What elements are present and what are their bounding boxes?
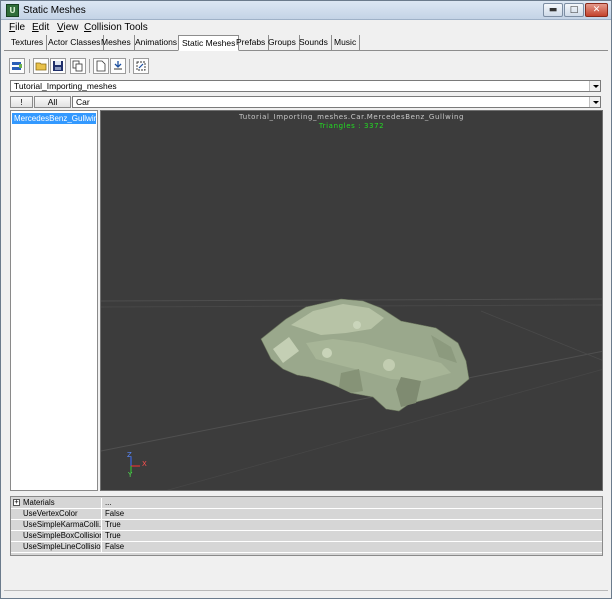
property-row[interactable]: UseSimpleBoxCollision True xyxy=(11,531,602,542)
property-row[interactable]: UseSimpleKarmaColli... True xyxy=(11,520,602,531)
property-key: UseSimpleLineCollision xyxy=(11,542,102,552)
open-package-button[interactable] xyxy=(33,58,49,74)
filter-toggle-button[interactable]: ! xyxy=(10,96,33,108)
property-value[interactable]: False xyxy=(105,509,124,519)
minimize-button[interactable]: ▬ xyxy=(543,3,563,17)
property-key: UseSimpleBoxCollision xyxy=(11,531,102,541)
copy-button[interactable] xyxy=(70,58,86,74)
fit-view-button[interactable] xyxy=(133,58,149,74)
properties-panel: + Materials ... UseVertexColor False Use… xyxy=(10,496,603,556)
tab-groups[interactable]: Groups xyxy=(265,35,300,50)
save-package-button[interactable] xyxy=(50,58,66,74)
tab-prefabs[interactable]: Prefabs xyxy=(233,35,270,50)
toolbar-separator xyxy=(129,59,130,73)
window-title: Static Meshes xyxy=(23,5,86,16)
property-row[interactable]: UseSimpleLineCollision False xyxy=(11,542,602,553)
axis-y-label: Y xyxy=(128,471,133,479)
menu-collision-tools[interactable]: Collision Tools xyxy=(84,22,148,33)
group-select-value: Car xyxy=(76,97,90,107)
tab-static-meshes[interactable]: Static Meshes xyxy=(178,35,240,51)
show-all-button[interactable]: All xyxy=(34,96,71,108)
close-button[interactable]: ✕ xyxy=(585,3,608,17)
menu-bar: File Edit View Collision Tools xyxy=(1,20,611,34)
list-item[interactable]: MercedesBenz_Gullwing xyxy=(12,113,96,124)
property-value[interactable]: True xyxy=(105,531,121,541)
menu-edit[interactable]: Edit xyxy=(32,22,49,33)
viewport-scene xyxy=(101,298,602,490)
maximize-button[interactable]: □ xyxy=(564,3,584,17)
import-icon xyxy=(114,61,122,70)
tab-actor-classes[interactable]: Actor Classes xyxy=(45,35,105,50)
chevron-down-icon[interactable] xyxy=(589,97,600,107)
viewport-triangle-count: Triangles : 3372 xyxy=(318,122,385,130)
menu-file[interactable]: File xyxy=(9,22,25,33)
mesh-viewport[interactable]: Tutorial_Importing_meshes.Car.MercedesBe… xyxy=(100,110,603,491)
title-bar[interactable]: U Static Meshes ▬ □ ✕ xyxy=(1,1,611,20)
group-select[interactable]: Car xyxy=(72,96,601,108)
copy-icon xyxy=(72,60,83,72)
unreal-editor-icon: U xyxy=(6,4,19,17)
property-row[interactable]: UseVertexColor False xyxy=(11,509,602,520)
load-package-button[interactable] xyxy=(9,58,25,74)
new-button[interactable] xyxy=(93,58,109,74)
tab-animations[interactable]: Animations xyxy=(132,35,182,50)
property-key: UseVertexColor xyxy=(11,509,102,519)
axis-x-label: X xyxy=(142,460,147,468)
axis-gizmo xyxy=(130,457,140,473)
property-row-materials[interactable]: + Materials ... xyxy=(11,498,602,509)
property-value[interactable]: ... xyxy=(105,498,112,508)
chevron-down-icon[interactable] xyxy=(589,81,600,91)
axis-z-label: Z xyxy=(127,451,132,459)
mesh-list[interactable]: MercedesBenz_Gullwing xyxy=(10,110,98,491)
property-key: Materials xyxy=(11,498,102,508)
property-value[interactable]: False xyxy=(105,542,124,552)
fit-view-icon xyxy=(136,61,146,71)
import-button[interactable] xyxy=(110,58,126,74)
load-package-icon xyxy=(12,62,22,70)
tab-meshes[interactable]: Meshes xyxy=(98,35,135,50)
open-folder-icon xyxy=(35,62,47,71)
tab-sounds[interactable]: Sounds xyxy=(296,35,332,50)
package-select-value: Tutorial_Importing_meshes xyxy=(14,81,117,91)
tab-textures[interactable]: Textures xyxy=(8,35,48,50)
toolbar-separator xyxy=(89,59,90,73)
property-key: UseSimpleKarmaColli... xyxy=(11,520,102,530)
menu-view[interactable]: View xyxy=(57,22,79,33)
new-document-icon xyxy=(96,60,106,72)
property-value[interactable]: True xyxy=(105,520,121,530)
tab-music[interactable]: Music xyxy=(331,35,361,50)
toolbar-separator xyxy=(29,59,30,73)
viewport-mesh-path: Tutorial_Importing_meshes.Car.MercedesBe… xyxy=(238,113,465,121)
save-icon xyxy=(53,61,63,71)
car-mesh xyxy=(260,298,470,412)
status-bar xyxy=(4,590,608,596)
package-select[interactable]: Tutorial_Importing_meshes xyxy=(10,80,601,92)
browser-tabs: Textures Actor Classes Meshes Animations… xyxy=(4,35,608,51)
static-meshes-window: U Static Meshes ▬ □ ✕ File Edit View Col… xyxy=(0,0,612,599)
